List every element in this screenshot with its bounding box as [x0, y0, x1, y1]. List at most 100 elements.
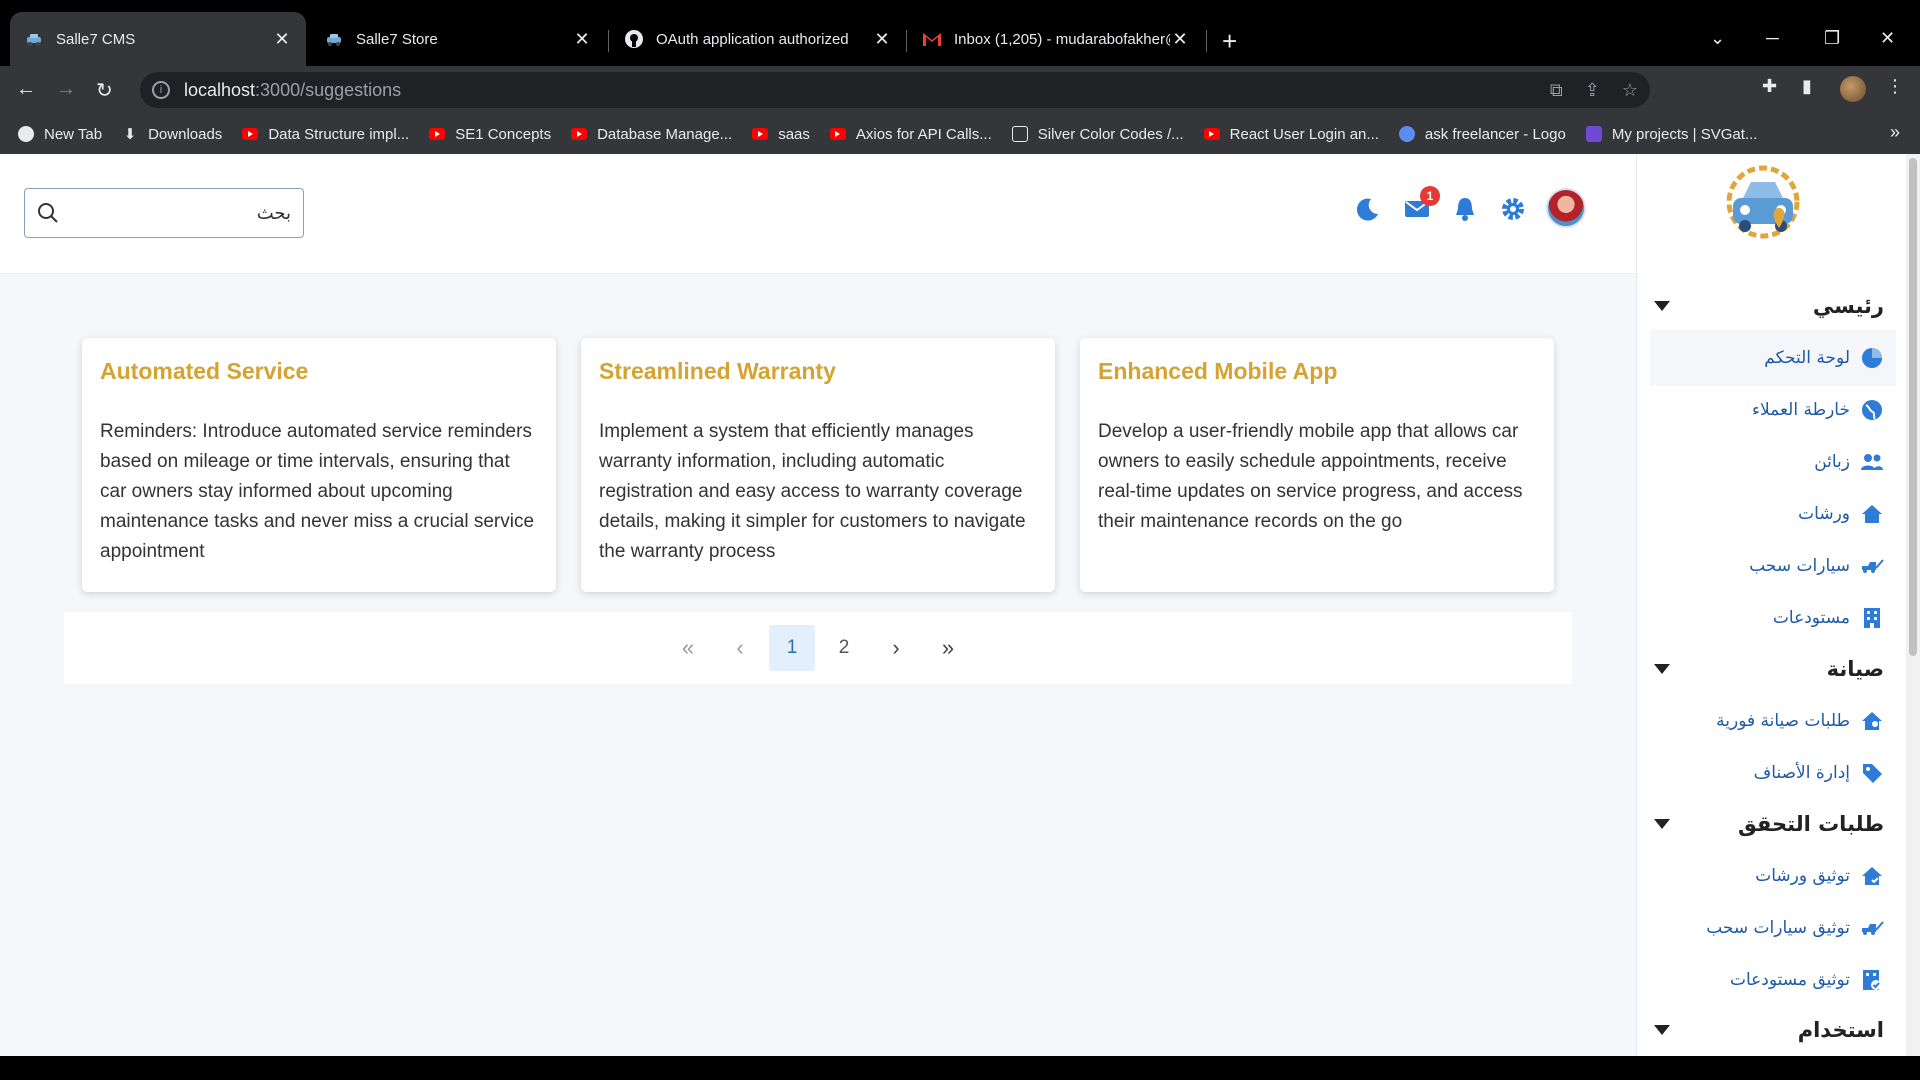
- card-body: Reminders: Introduce automated service r…: [100, 421, 535, 562]
- sidebar-item-customer-map[interactable]: خارطة العملاء: [1752, 398, 1884, 422]
- close-tab-icon[interactable]: ✕: [572, 29, 592, 50]
- suggestion-card[interactable]: Enhanced Mobile App Develop a user-frien…: [1080, 338, 1554, 592]
- forward-icon[interactable]: →: [56, 78, 76, 101]
- sidebar-item-categories[interactable]: إدارة الأصناف: [1754, 761, 1884, 785]
- sidebar-section-main[interactable]: رئيسي: [1654, 294, 1884, 318]
- sidebar-scrollbar-thumb[interactable]: [1909, 158, 1917, 656]
- close-tab-icon[interactable]: ✕: [872, 29, 892, 50]
- tab-separator: [1206, 30, 1207, 52]
- bookmark-item[interactable]: Axios for API Calls...: [829, 126, 992, 143]
- side-panel-icon[interactable]: ▮: [1802, 76, 1812, 97]
- prev-page-icon[interactable]: ‹: [717, 625, 763, 671]
- globe-icon: [18, 126, 34, 142]
- browser-toolbar: ← → ↻ i localhost:3000/suggestions ⧉ ⇪ ☆…: [0, 66, 1920, 114]
- minimize-icon[interactable]: ─: [1766, 28, 1779, 49]
- last-page-icon[interactable]: »: [925, 625, 971, 671]
- tab-salle7-cms[interactable]: Salle7 CMS ✕: [10, 12, 306, 66]
- tab-oauth[interactable]: OAuth application authorized ✕: [610, 12, 906, 66]
- bookmark-item[interactable]: ⬇ Downloads: [122, 126, 223, 144]
- bell-icon[interactable]: [1450, 194, 1480, 224]
- address-bar[interactable]: i localhost:3000/suggestions ⧉ ⇪ ☆: [140, 72, 1650, 108]
- youtube-icon: [571, 128, 588, 140]
- suggestion-card[interactable]: Streamlined Warranty Implement a system …: [581, 338, 1055, 592]
- first-page-icon[interactable]: «: [665, 625, 711, 671]
- restore-icon[interactable]: ❐: [1824, 28, 1840, 49]
- mail-badge: 1: [1420, 186, 1440, 206]
- bookmark-item[interactable]: ask freelancer - Logo: [1398, 126, 1566, 143]
- globe-icon: [1860, 398, 1884, 422]
- back-icon[interactable]: ←: [16, 78, 36, 101]
- menu-icon[interactable]: ⋮: [1886, 76, 1904, 97]
- sidebar-item-workshops[interactable]: ورشات: [1798, 502, 1884, 526]
- bookmark-item[interactable]: Data Structure impl...: [242, 126, 409, 143]
- suggestion-card[interactable]: Automated Service Reminders: Introduce a…: [82, 338, 556, 592]
- sidebar-section-maintenance[interactable]: صيانة: [1654, 657, 1884, 681]
- caret-down-icon: [1654, 1025, 1670, 1035]
- bookmark-item[interactable]: My projects | SVGat...: [1585, 126, 1757, 143]
- bookmark-star-icon[interactable]: ☆: [1622, 80, 1638, 101]
- tab-separator: [906, 30, 907, 52]
- extensions-icon[interactable]: ✚: [1762, 76, 1777, 97]
- close-tab-icon[interactable]: ✕: [272, 29, 292, 50]
- caret-down-icon: [1654, 819, 1670, 829]
- app-logo: [1713, 162, 1813, 246]
- profile-avatar[interactable]: [1840, 76, 1866, 102]
- download-icon: ⬇: [123, 126, 137, 143]
- sidebar-item-dashboard[interactable]: لوحة التحكم: [1650, 330, 1896, 386]
- page-button-2[interactable]: 2: [821, 625, 867, 671]
- bookmark-item[interactable]: Silver Color Codes /...: [1011, 126, 1184, 143]
- translate-icon[interactable]: ⧉: [1550, 80, 1563, 101]
- mail-icon[interactable]: 1: [1402, 186, 1440, 224]
- site-info-icon[interactable]: i: [152, 81, 170, 99]
- caret-down-icon: [1654, 664, 1670, 674]
- tab-search-icon[interactable]: ⌄: [1710, 28, 1725, 49]
- youtube-icon: [829, 128, 846, 140]
- search-icon[interactable]: [37, 202, 59, 224]
- browser-tab-bar: Salle7 CMS ✕ Salle7 Store ✕ OAuth applic…: [0, 0, 1920, 66]
- gmail-icon: [922, 29, 942, 49]
- bookmark-item[interactable]: New Tab: [18, 126, 102, 143]
- sidebar-section-usage[interactable]: استخدام: [1654, 1018, 1884, 1042]
- sidebar-item-verify-workshops[interactable]: توثيق ورشات: [1755, 864, 1884, 888]
- bookmark-item[interactable]: saas: [752, 126, 810, 143]
- app-viewport: 1 Automated Service Reminders: Introduce…: [0, 154, 1920, 1056]
- card-title: Automated Service: [100, 358, 309, 384]
- sidebar-item-customers[interactable]: زبائن: [1814, 450, 1884, 474]
- github-icon: [624, 29, 644, 49]
- canva-icon: [1398, 126, 1415, 142]
- bookmark-item[interactable]: Database Manage...: [571, 126, 732, 143]
- page-button-1[interactable]: 1: [769, 625, 815, 671]
- bookmarks-bar: New Tab ⬇ Downloads Data Structure impl..…: [0, 114, 1920, 154]
- tab-gmail-inbox[interactable]: Inbox (1,205) - mudarabofakher@ ✕: [908, 12, 1204, 66]
- reload-icon[interactable]: ↻: [96, 78, 113, 103]
- sidebar: رئيسي لوحة التحكم خارطة العملاء زبائن ور…: [1636, 154, 1920, 1056]
- sidebar-item-tow-trucks[interactable]: سيارات سحب: [1749, 554, 1884, 578]
- car-favicon-icon: [324, 29, 344, 49]
- share-icon[interactable]: ⇪: [1585, 80, 1600, 101]
- card-title: Enhanced Mobile App: [1098, 358, 1338, 384]
- sidebar-item-warehouses[interactable]: مستودعات: [1773, 606, 1884, 630]
- more-bookmarks-icon[interactable]: »: [1890, 122, 1900, 143]
- card-title: Streamlined Warranty: [599, 358, 836, 384]
- sidebar-item-verify-warehouses[interactable]: توثيق مستودعات: [1730, 968, 1884, 992]
- caret-down-icon: [1654, 301, 1670, 311]
- bookmark-item[interactable]: React User Login an...: [1203, 126, 1379, 143]
- tab-salle7-store[interactable]: Salle7 Store ✕: [310, 12, 606, 66]
- bookmark-item[interactable]: SE1 Concepts: [429, 126, 551, 143]
- dark-mode-moon-icon[interactable]: [1352, 194, 1382, 224]
- search-input[interactable]: [59, 202, 291, 224]
- sidebar-item-verify-tow-trucks[interactable]: توثيق سيارات سحب: [1706, 916, 1884, 940]
- user-avatar[interactable]: [1546, 188, 1586, 228]
- sidebar-scrollbar[interactable]: [1906, 154, 1920, 1056]
- search-box[interactable]: [24, 188, 304, 238]
- youtube-icon: [1203, 128, 1220, 140]
- sidebar-section-verification[interactable]: طلبات التحقق: [1654, 812, 1884, 836]
- close-window-icon[interactable]: ✕: [1880, 28, 1895, 49]
- new-tab-icon[interactable]: +: [1222, 28, 1237, 54]
- sidebar-item-instant-maintenance[interactable]: طلبات صيانة فورية: [1716, 709, 1884, 733]
- next-page-icon[interactable]: ›: [873, 625, 919, 671]
- close-tab-icon[interactable]: ✕: [1170, 29, 1190, 50]
- gear-icon[interactable]: [1498, 194, 1528, 224]
- home-icon: [1860, 502, 1884, 526]
- building-check-icon: [1860, 968, 1884, 992]
